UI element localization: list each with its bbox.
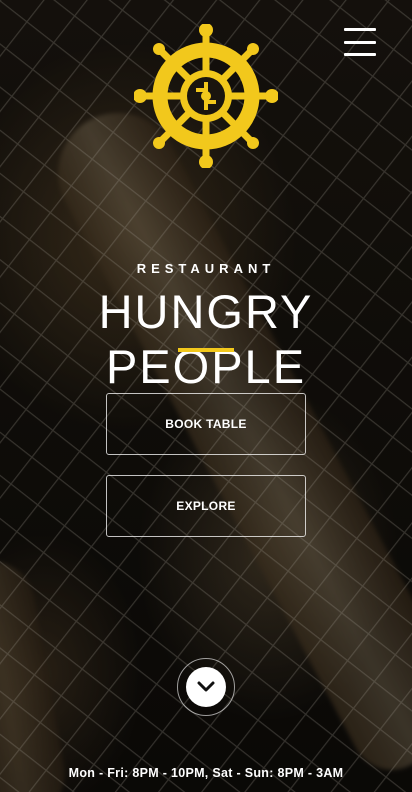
scroll-down-inner: [186, 667, 226, 707]
ship-wheel-icon: [134, 24, 278, 168]
title-underline: [178, 348, 234, 352]
hero-title: HUNGRY PEOPLE: [98, 285, 314, 393]
book-table-button[interactable]: BOOK TABLE: [106, 393, 306, 455]
hero-subtitle: RESTAURANT: [136, 261, 276, 276]
opening-hours: Mon - Fri: 8PM - 10PM, Sat - Sun: 8PM - …: [68, 766, 344, 780]
scroll-down-button[interactable]: [177, 658, 235, 716]
chevron-down-icon: [197, 681, 215, 692]
hamburger-menu-icon[interactable]: [344, 28, 376, 56]
explore-button[interactable]: EXPLORE: [106, 475, 306, 537]
